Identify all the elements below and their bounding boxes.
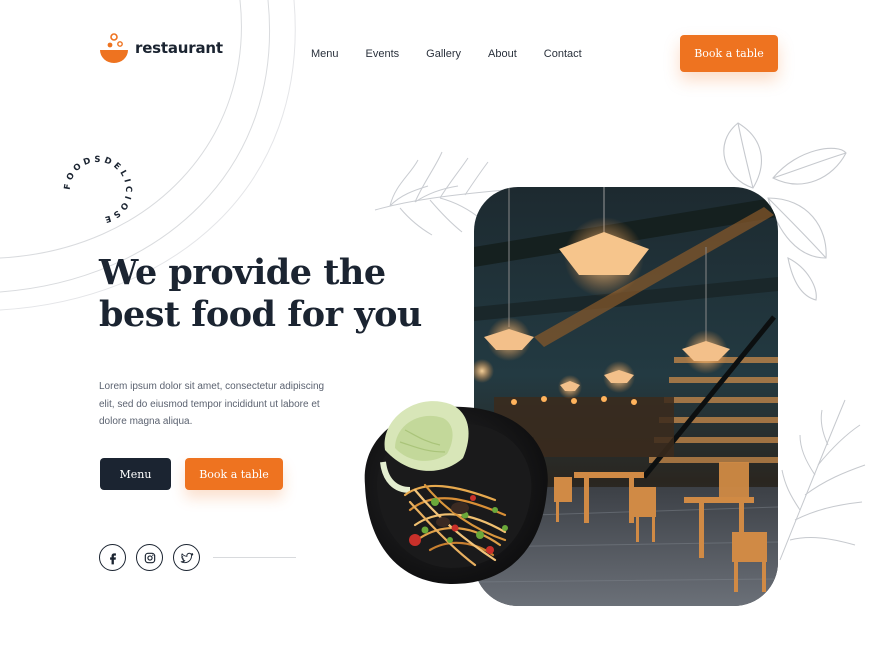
nav-about[interactable]: About	[488, 48, 517, 60]
social-divider	[213, 557, 296, 558]
hero-title-line-1: We provide the	[99, 252, 386, 293]
social-links	[99, 544, 200, 571]
herb-illustration-bottom-right	[779, 399, 866, 561]
header-book-table-button[interactable]: Book a table	[680, 35, 778, 72]
bowl-logo-icon	[100, 33, 128, 63]
nav-events[interactable]: Events	[366, 48, 400, 60]
nav-gallery[interactable]: Gallery	[426, 48, 461, 60]
svg-text:FOODSDELICIOSE: FOODSDELICIOSE	[63, 155, 133, 225]
circle-badge-label: FOODSDELICIOSE	[63, 155, 130, 225]
hero-title: We provide the best food for you	[99, 252, 439, 336]
circular-badge-text: FOODSDELICIOSE	[63, 155, 133, 225]
nav-contact[interactable]: Contact	[544, 48, 582, 60]
food-plate-image	[364, 401, 548, 585]
hero-title-line-2: best food for you	[99, 294, 422, 335]
twitter-link[interactable]	[173, 544, 200, 571]
facebook-icon	[109, 552, 116, 564]
twitter-icon	[180, 552, 193, 563]
hero-description: Lorem ipsum dolor sit amet, consectetur …	[99, 381, 325, 427]
instagram-link[interactable]	[136, 544, 163, 571]
nav-menu[interactable]: Menu	[311, 48, 339, 60]
brand-logo[interactable]: restaurant	[99, 32, 223, 64]
book-table-button[interactable]: Book a table	[185, 458, 283, 490]
menu-button[interactable]: Menu	[100, 458, 171, 490]
facebook-link[interactable]	[99, 544, 126, 571]
instagram-icon	[144, 552, 155, 563]
brand-name: restaurant	[135, 39, 223, 57]
main-nav: Menu Events Gallery About Contact	[311, 48, 582, 60]
